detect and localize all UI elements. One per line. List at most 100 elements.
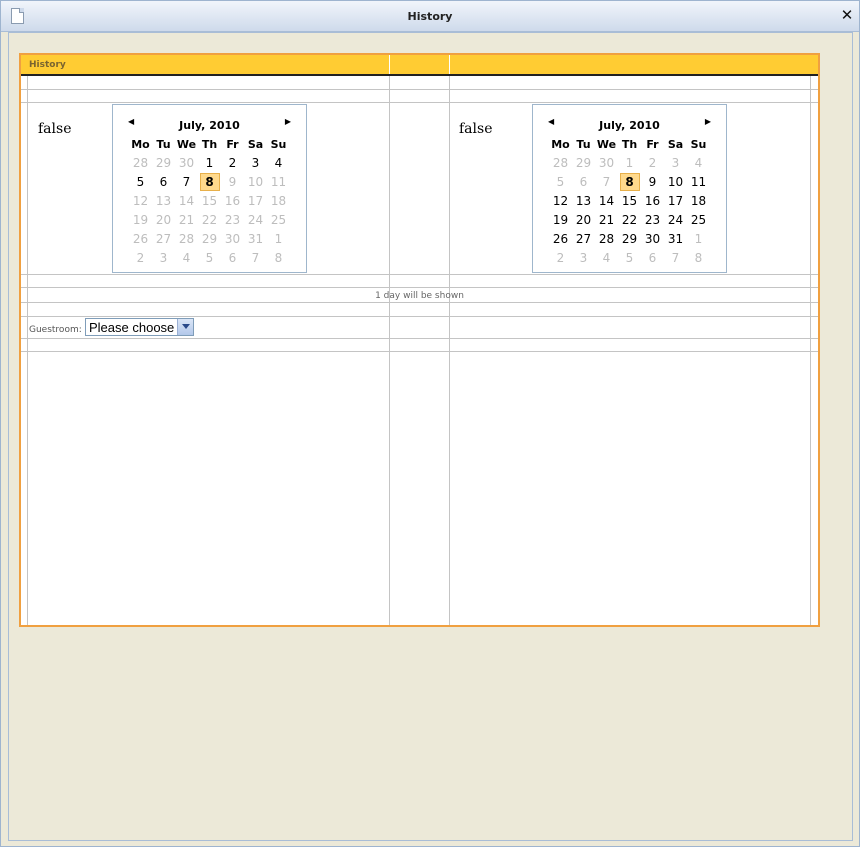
calendar-day[interactable]: 20	[152, 210, 175, 229]
calendar-day[interactable]: 2	[641, 153, 664, 172]
calendar-day[interactable]: 3	[664, 153, 687, 172]
chevron-down-icon[interactable]	[177, 319, 193, 335]
calendar-day[interactable]: 30	[641, 229, 664, 248]
weekday-header: Su	[690, 137, 707, 151]
calendar-day[interactable]: 5	[129, 172, 152, 191]
calendar-day[interactable]: 12	[129, 191, 152, 210]
calendar-day[interactable]: 22	[618, 210, 641, 229]
start-date-calendar: ◀ ▶ July, 2010 Mo Tu We Th Fr Sa Su 28 29 30 1 2 3 4…	[112, 104, 307, 273]
calendar-day[interactable]: 7	[244, 248, 267, 267]
calendar-day[interactable]: 1	[687, 229, 710, 248]
calendar-day[interactable]: 4	[687, 153, 710, 172]
calendar-day[interactable]: 2	[129, 248, 152, 267]
calendar-day[interactable]: 6	[152, 172, 175, 191]
calendar-day[interactable]: 8	[687, 248, 710, 267]
calendar-day[interactable]: 4	[267, 153, 290, 172]
calendar-day[interactable]: 29	[618, 229, 641, 248]
calendar-day[interactable]: 13	[152, 191, 175, 210]
guestroom-label: Guestroom:	[29, 325, 82, 335]
calendar-day[interactable]: 4	[595, 248, 618, 267]
calendar-month-title: July, 2010	[179, 119, 240, 132]
calendar-day[interactable]: 16	[221, 191, 244, 210]
calendar-day[interactable]: 4	[175, 248, 198, 267]
calendar-day[interactable]: 28	[129, 153, 152, 172]
calendar-day[interactable]: 3	[244, 153, 267, 172]
calendar-day[interactable]: 7	[664, 248, 687, 267]
calendar-day[interactable]: 25	[267, 210, 290, 229]
calendar-day[interactable]: 15	[198, 191, 221, 210]
calendar-day[interactable]: 5	[549, 172, 572, 191]
calendar-day[interactable]: 21	[175, 210, 198, 229]
calendar-day[interactable]: 28	[549, 153, 572, 172]
calendar-day[interactable]: 1	[198, 153, 221, 172]
calendar-day[interactable]: 11	[687, 172, 710, 191]
calendar-day[interactable]: 22	[198, 210, 221, 229]
calendar-day[interactable]: 18	[687, 191, 710, 210]
close-icon[interactable]: ✕	[840, 6, 854, 24]
calendar-week-row: 19 20 21 22 23 24 25	[549, 210, 710, 229]
calendar-week-row: 12 13 14 15 16 17 18	[129, 191, 290, 210]
calendar-day[interactable]: 14	[595, 191, 618, 210]
calendar-day[interactable]: 2	[549, 248, 572, 267]
calendar-day[interactable]: 26	[129, 229, 152, 248]
calendar-day[interactable]: 2	[221, 153, 244, 172]
calendar-day[interactable]: 19	[549, 210, 572, 229]
calendar-day[interactable]: 8	[267, 248, 290, 267]
calendar-day[interactable]: 7	[175, 172, 198, 191]
calendar-day[interactable]: 31	[664, 229, 687, 248]
calendar-day[interactable]: 30	[221, 229, 244, 248]
calendar-day[interactable]: 31	[244, 229, 267, 248]
calendar-day[interactable]: 6	[572, 172, 595, 191]
calendar-day[interactable]: 19	[129, 210, 152, 229]
calendar-day[interactable]: 10	[244, 172, 267, 191]
calendar-week-row: 5 6 7 8 9 10 11	[129, 172, 290, 191]
calendar-day[interactable]: 30	[595, 153, 618, 172]
calendar-day[interactable]: 23	[641, 210, 664, 229]
calendar-day[interactable]: 5	[198, 248, 221, 267]
calendar-day[interactable]: 20	[572, 210, 595, 229]
calendar-day[interactable]: 10	[664, 172, 687, 191]
calendar-day[interactable]: 23	[221, 210, 244, 229]
calendar-day[interactable]: 3	[152, 248, 175, 267]
calendar-month-title: July, 2010	[599, 119, 660, 132]
calendar-day[interactable]: 5	[618, 248, 641, 267]
calendar-day[interactable]: 9	[221, 172, 244, 191]
calendar-day[interactable]: 3	[572, 248, 595, 267]
calendar-day[interactable]: 11	[267, 172, 290, 191]
calendar-day[interactable]: 7	[595, 172, 618, 191]
calendar-day[interactable]: 30	[175, 153, 198, 172]
weekday-header: Fr	[646, 137, 659, 151]
calendar-day[interactable]: 16	[641, 191, 664, 210]
calendar-day[interactable]: 21	[595, 210, 618, 229]
calendar-day[interactable]: 15	[618, 191, 641, 210]
calendar-day[interactable]: 14	[175, 191, 198, 210]
calendar-day[interactable]: 9	[641, 172, 664, 191]
calendar-day[interactable]: 6	[641, 248, 664, 267]
calendar-day[interactable]: 24	[244, 210, 267, 229]
calendar-day[interactable]: 26	[549, 229, 572, 248]
calendar-day[interactable]: 24	[664, 210, 687, 229]
calendar-day[interactable]: 13	[572, 191, 595, 210]
calendar-week-row: 2345678	[129, 248, 290, 267]
calendar-day-today[interactable]: 8	[618, 172, 641, 191]
weekday-header: Mo	[551, 137, 570, 151]
guestroom-select-value: Please choose	[89, 320, 175, 335]
calendar-day[interactable]: 29	[198, 229, 221, 248]
calendar-day[interactable]: 25	[687, 210, 710, 229]
calendar-day[interactable]: 1	[618, 153, 641, 172]
calendar-day[interactable]: 6	[221, 248, 244, 267]
calendar-day[interactable]: 29	[152, 153, 175, 172]
grid-line	[389, 55, 390, 625]
calendar-day[interactable]: 18	[267, 191, 290, 210]
calendar-day[interactable]: 27	[152, 229, 175, 248]
calendar-day[interactable]: 29	[572, 153, 595, 172]
calendar-day[interactable]: 27	[572, 229, 595, 248]
calendar-day[interactable]: 28	[595, 229, 618, 248]
calendar-day[interactable]: 12	[549, 191, 572, 210]
calendar-day[interactable]: 28	[175, 229, 198, 248]
calendar-day[interactable]: 1	[267, 229, 290, 248]
guestroom-select[interactable]: Please choose	[85, 318, 194, 336]
calendar-day[interactable]: 17	[664, 191, 687, 210]
calendar-day[interactable]: 17	[244, 191, 267, 210]
calendar-day-today[interactable]: 8	[198, 172, 221, 191]
